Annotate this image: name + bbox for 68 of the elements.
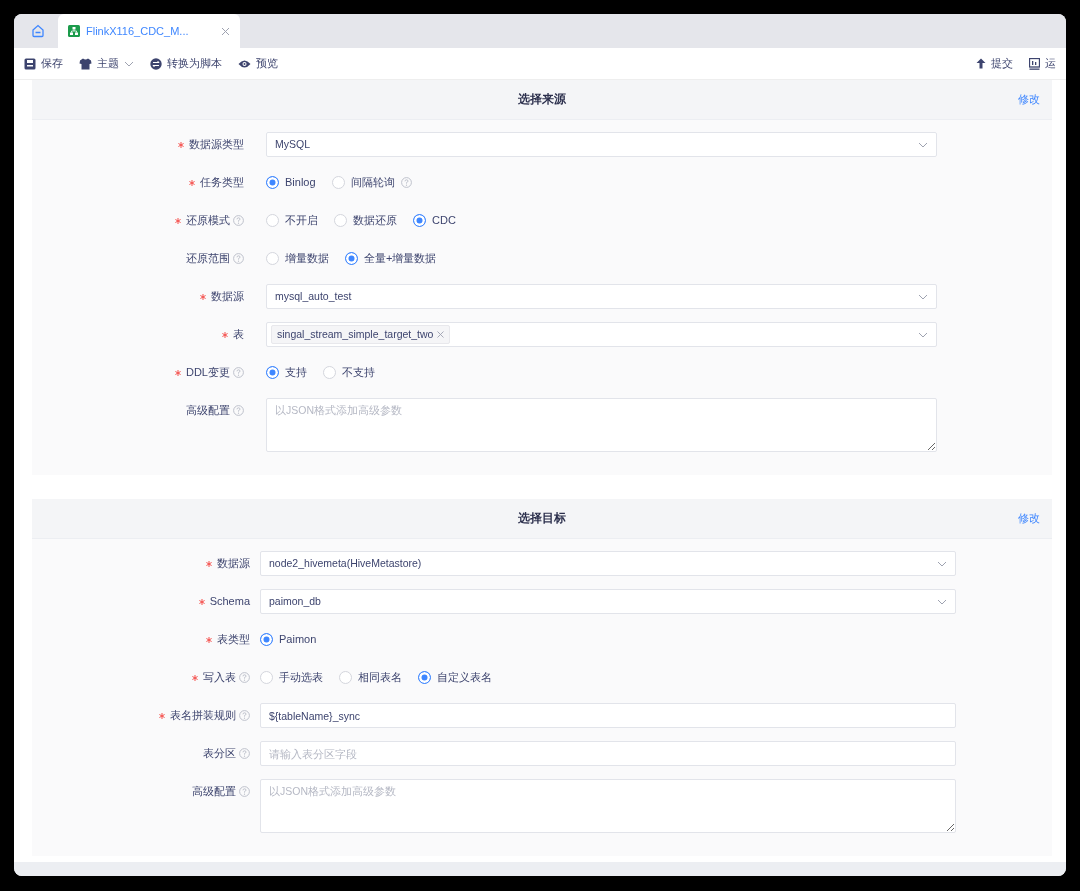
toolbar-button[interactable]: 转换为脚本 <box>150 55 222 72</box>
toolbar-button[interactable]: 运 <box>1029 55 1056 72</box>
field-label: DDL变更 <box>186 365 230 381</box>
editor-tab[interactable]: FlinkX116_CDC_M... <box>58 14 240 48</box>
input-field[interactable]: 请输入表分区字段 <box>260 741 956 766</box>
field-label: 写入表 <box>203 670 236 686</box>
radio-option[interactable]: CDC <box>413 212 456 229</box>
toolbar-button[interactable]: 主题 <box>79 55 134 72</box>
radio-option[interactable]: 增量数据 <box>266 250 329 267</box>
radio-option[interactable]: 手动选表 <box>260 669 323 686</box>
radio-option[interactable]: 支持 <box>266 364 307 381</box>
select-field[interactable]: MySQL <box>266 132 937 157</box>
field-label: 表类型 <box>217 632 250 648</box>
radio-button[interactable] <box>345 252 358 265</box>
toolbar-button[interactable]: 保存 <box>24 55 63 72</box>
field-label: 还原模式 <box>186 213 230 229</box>
select-field[interactable]: paimon_db <box>260 589 956 614</box>
field-label: 高级配置 <box>192 784 236 800</box>
chevron-down-icon <box>918 141 928 148</box>
monitor-icon <box>1029 57 1040 70</box>
field-label: 数据源 <box>211 289 244 305</box>
tag-select-field[interactable]: singal_stream_simple_target_two <box>266 322 937 347</box>
eye-icon <box>238 58 251 69</box>
upload-arrow-icon <box>976 58 986 69</box>
section-title: 选择来源 <box>518 91 566 107</box>
radio-button[interactable] <box>260 633 273 646</box>
radio-option[interactable]: 数据还原 <box>334 212 397 229</box>
chevron-down-icon <box>937 598 947 605</box>
radio-button[interactable] <box>266 366 279 379</box>
radio-option[interactable]: 不支持 <box>323 364 375 381</box>
chevron-down-icon <box>937 560 947 567</box>
flow-icon <box>68 25 80 37</box>
select-field[interactable]: node2_hivemeta(HiveMetastore) <box>260 551 956 576</box>
select-field[interactable]: mysql_auto_test <box>266 284 937 309</box>
field-label: 表名拼装规则 <box>170 708 236 724</box>
radio-button[interactable] <box>266 176 279 189</box>
radio-button[interactable] <box>418 671 431 684</box>
save-icon <box>24 57 36 70</box>
field-label: Schema <box>209 594 250 610</box>
chevron-down-icon <box>918 293 928 300</box>
text-area[interactable]: 以JSON格式添加高级参数 <box>260 779 956 833</box>
field-label: 高级配置 <box>186 403 230 419</box>
field-label: 数据源类型 <box>189 137 244 153</box>
home-icon <box>30 23 46 39</box>
text-area[interactable]: 以JSON格式添加高级参数 <box>266 398 937 452</box>
radio-option[interactable]: 不开启 <box>266 212 318 229</box>
close-icon <box>220 26 230 36</box>
radio-option[interactable]: 自定义表名 <box>418 669 492 686</box>
field-label: 表 <box>233 327 244 343</box>
remove-icon <box>437 331 445 338</box>
radio-option[interactable]: 相同表名 <box>339 669 402 686</box>
field-label: 任务类型 <box>200 175 244 191</box>
tag: singal_stream_simple_target_two <box>271 324 451 345</box>
radio-option[interactable]: Binlog <box>266 174 316 191</box>
radio-button[interactable] <box>413 214 426 227</box>
shirt-icon <box>79 57 92 70</box>
toolbar-button[interactable]: 提交 <box>976 55 1013 72</box>
input-field[interactable]: ${tableName}_sync <box>260 703 956 728</box>
convert-icon <box>150 57 162 70</box>
toolbar-button[interactable]: 预览 <box>238 55 278 72</box>
field-label: 表分区 <box>203 746 236 762</box>
chevron-down-icon <box>918 331 928 338</box>
radio-option[interactable]: Paimon <box>260 631 317 648</box>
radio-option[interactable]: 全量+增量数据 <box>345 250 437 267</box>
radio-option[interactable]: 间隔轮询 <box>331 174 412 191</box>
section-title: 选择目标 <box>518 510 566 526</box>
field-label: 数据源 <box>217 556 250 572</box>
field-label: 还原范围 <box>186 251 230 267</box>
